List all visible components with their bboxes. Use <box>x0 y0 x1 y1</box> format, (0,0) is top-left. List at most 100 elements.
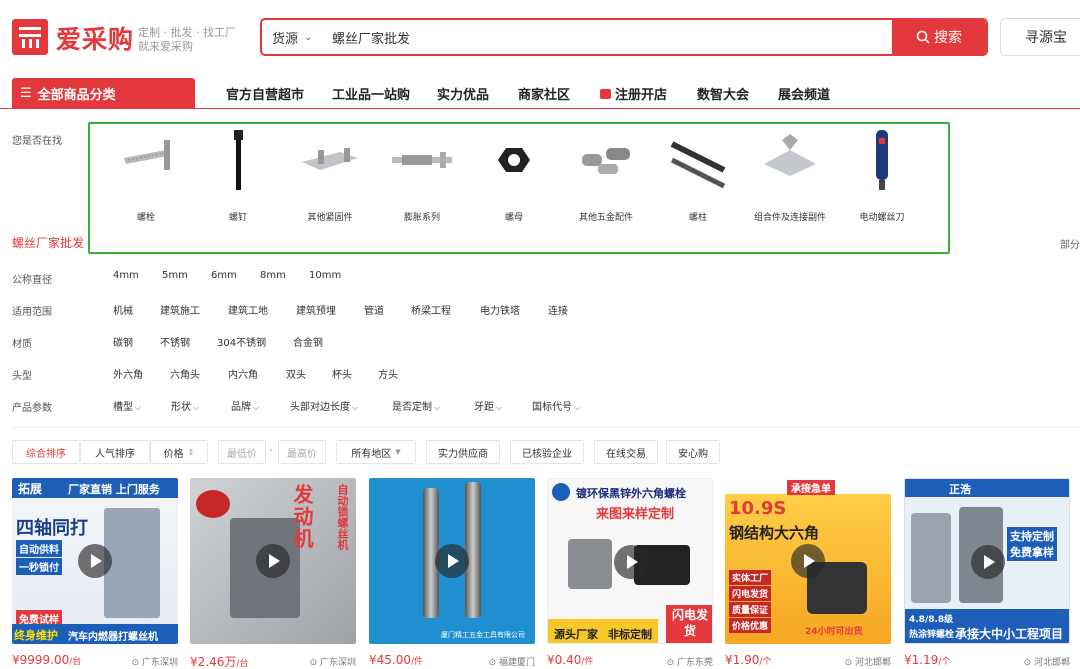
play-icon[interactable] <box>256 544 290 578</box>
product-image[interactable]: 承接急单 10.9S 钢结构大六角 实体工厂 闪电发货 质量保证 价格优惠 24… <box>725 478 891 644</box>
play-icon[interactable] <box>78 544 112 578</box>
location-text: 福建厦门 <box>498 658 535 668</box>
filter-dropdown[interactable]: 品牌 ⌵ <box>231 398 259 413</box>
nav-item-digital-conference[interactable]: 数智大会 <box>697 84 749 103</box>
bracket-image <box>302 148 358 170</box>
nav-item-official-store[interactable]: 官方自营超市 <box>226 84 304 103</box>
filter-option[interactable]: 4mm <box>113 270 139 281</box>
filter-option[interactable]: 建筑施工 <box>160 302 200 317</box>
product-card[interactable]: 拓展 厂家直销 上门服务 四轴同打 自动供料 一秒锁付 免费试样 终身维护 汽车… <box>12 478 178 669</box>
search-button[interactable]: 搜索 <box>892 20 986 54</box>
play-icon[interactable] <box>435 544 469 578</box>
region-select[interactable]: 所有地区 ▼ <box>336 440 416 464</box>
product-image[interactable]: 拓展 厂家直销 上门服务 四轴同打 自动供料 一秒锁付 免费试样 终身维护 汽车… <box>12 478 178 644</box>
product-card[interactable]: 承接急单 10.9S 钢结构大六角 实体工厂 闪电发货 质量保证 价格优惠 24… <box>725 478 891 669</box>
max-price-input[interactable]: 最高价 <box>278 440 326 464</box>
product-card[interactable]: 镀环保黑锌外六角螺栓 来图来样定制 源头厂家 非标定制 闪电发货 ¥0.40/件… <box>547 478 713 669</box>
play-icon[interactable] <box>791 544 825 578</box>
product-price: ¥2.46万/台 <box>190 653 248 669</box>
filter-option[interactable]: 桥梁工程 <box>411 302 451 317</box>
product-location: ⊙ 河北邯郸 <box>845 655 891 668</box>
nav-item-register[interactable]: 注册开店 <box>600 84 667 103</box>
filter-dropdown[interactable]: 是否定制 ⌵ <box>392 398 440 413</box>
filter-dropdown[interactable]: 牙距 ⌵ <box>474 398 502 413</box>
logo-icon[interactable] <box>12 19 48 55</box>
filter-dropdown[interactable]: 国标代号 ⌵ <box>532 398 580 413</box>
price-value: ¥2.46万 <box>190 655 237 669</box>
filter-option[interactable]: 5mm <box>162 270 188 281</box>
product-price: ¥1.19/个 <box>904 653 950 667</box>
sort-popularity-button[interactable]: 人气排序 <box>80 440 150 464</box>
product-image[interactable]: 正浩 支持定制 免费拿样 4.8/8.8级 热涂锌螺栓 承接大中小工程项目 <box>904 478 1070 644</box>
sort-comprehensive-button[interactable]: 综合排序 <box>12 440 80 464</box>
filter-tag-safe-buy[interactable]: 安心购 <box>666 440 720 464</box>
price-unit: /个 <box>938 657 951 667</box>
shop-icon <box>600 88 611 99</box>
filter-option[interactable]: 机械 <box>113 302 133 317</box>
play-icon[interactable] <box>971 545 1005 579</box>
filter-option[interactable]: 合金钢 <box>293 334 323 349</box>
filter-option[interactable]: 内六角 <box>228 366 258 381</box>
product-card[interactable]: 正浩 支持定制 免费拿样 4.8/8.8级 热涂锌螺栓 承接大中小工程项目 ¥1… <box>904 478 1070 669</box>
filter-dropdown[interactable]: 头部对边长度 ⌵ <box>290 398 358 413</box>
filter-option[interactable]: 不锈钢 <box>160 334 190 349</box>
sort-price-button[interactable]: 价格 ⇕ <box>150 440 208 464</box>
filter-dropdown[interactable]: 槽型 ⌵ <box>113 398 141 413</box>
price-unit: /台 <box>236 659 249 669</box>
filter-option[interactable]: 杯头 <box>332 366 352 381</box>
filter-tag-strong-supplier[interactable]: 实力供应商 <box>426 440 500 464</box>
filter-option[interactable]: 外六角 <box>113 366 143 381</box>
nav-item-quality[interactable]: 实力优品 <box>437 84 489 103</box>
filter-option[interactable]: 8mm <box>260 270 286 281</box>
price-value: ¥0.40 <box>547 653 582 667</box>
product-image[interactable]: 厦门精工五金工具有限公司 <box>369 478 535 644</box>
expansion-bolt-image <box>392 152 452 168</box>
logo-text[interactable]: 爱采购 <box>56 20 134 56</box>
find-source-button[interactable]: 寻源宝 <box>1000 18 1080 56</box>
filter-tag-verified[interactable]: 已核验企业 <box>510 440 584 464</box>
suggestion-nut[interactable]: 螺母 <box>466 124 562 256</box>
filter-tag-online-trade[interactable]: 在线交易 <box>594 440 658 464</box>
nav-item-exhibition[interactable]: 展会频道 <box>778 84 830 103</box>
search-category-select[interactable]: 货源 ⌄ <box>262 20 324 54</box>
filter-option[interactable]: 电力铁塔 <box>480 302 520 317</box>
filter-option[interactable]: 方头 <box>378 366 398 381</box>
suggestion-expansion[interactable]: 膨胀系列 <box>374 124 470 256</box>
location-pin-icon: ⊙ <box>1023 658 1032 668</box>
suggestion-other-hardware[interactable]: 其他五金配件 <box>558 124 654 256</box>
suggestion-other-fastener[interactable]: 其他紧固件 <box>282 124 378 256</box>
location-text: 广东深圳 <box>319 658 356 668</box>
nav-item-industrial[interactable]: 工业品一站购 <box>332 84 410 103</box>
play-icon[interactable] <box>614 545 648 579</box>
filter-dropdown[interactable]: 形状 ⌵ <box>171 398 199 413</box>
suggestion-assembly[interactable]: 组合件及连接副件 <box>742 124 838 256</box>
product-image[interactable]: 镀环保黑锌外六角螺栓 来图来样定制 源头厂家 非标定制 闪电发货 <box>547 478 713 644</box>
filter-option[interactable]: 六角头 <box>170 366 200 381</box>
filter-option[interactable]: 建筑工地 <box>228 302 268 317</box>
product-image[interactable]: 发动机 自动锁螺丝机 <box>190 478 356 644</box>
all-categories-button[interactable]: ☰ 全部商品分类 <box>12 78 195 109</box>
suggestion-label-8: 电动螺丝刀 <box>859 213 905 223</box>
product-card[interactable]: 发动机 自动锁螺丝机 ¥2.46万/台 ⊙ 广东深圳 <box>190 478 356 669</box>
filter-option[interactable]: 6mm <box>211 270 237 281</box>
filter-option[interactable]: 连接 <box>548 302 568 317</box>
product-location: ⊙ 广东深圳 <box>132 655 178 668</box>
search-input[interactable] <box>324 20 892 54</box>
filter-option[interactable]: 管道 <box>364 302 384 317</box>
filter-option[interactable]: 建筑预埋 <box>296 302 336 317</box>
suggestion-electric-screwdriver[interactable]: 电动螺丝刀 <box>834 124 930 256</box>
suggestion-screw[interactable]: 螺钉 <box>190 124 286 256</box>
filter-option[interactable]: 304不锈钢 <box>217 334 266 349</box>
product-card[interactable]: 厦门精工五金工具有限公司 ¥45.00/件 ⊙ 福建厦门 <box>369 478 535 669</box>
filter-option[interactable]: 10mm <box>309 270 341 281</box>
nav-item-community[interactable]: 商家社区 <box>518 84 570 103</box>
min-price-input[interactable]: 最低价 <box>218 440 266 464</box>
filter-option[interactable]: 碳钢 <box>113 334 133 349</box>
search-button-label: 搜索 <box>934 30 962 46</box>
keyword-right-text[interactable]: 部分 <box>1060 236 1080 251</box>
chevron-down-icon: ⌵ <box>496 403 503 412</box>
suggestion-bolt[interactable]: 螺栓 <box>98 124 194 256</box>
filter-dropdown-label: 品牌 <box>231 402 251 413</box>
filter-option[interactable]: 双头 <box>286 366 306 381</box>
suggestion-stud[interactable]: 螺柱 <box>650 124 746 256</box>
